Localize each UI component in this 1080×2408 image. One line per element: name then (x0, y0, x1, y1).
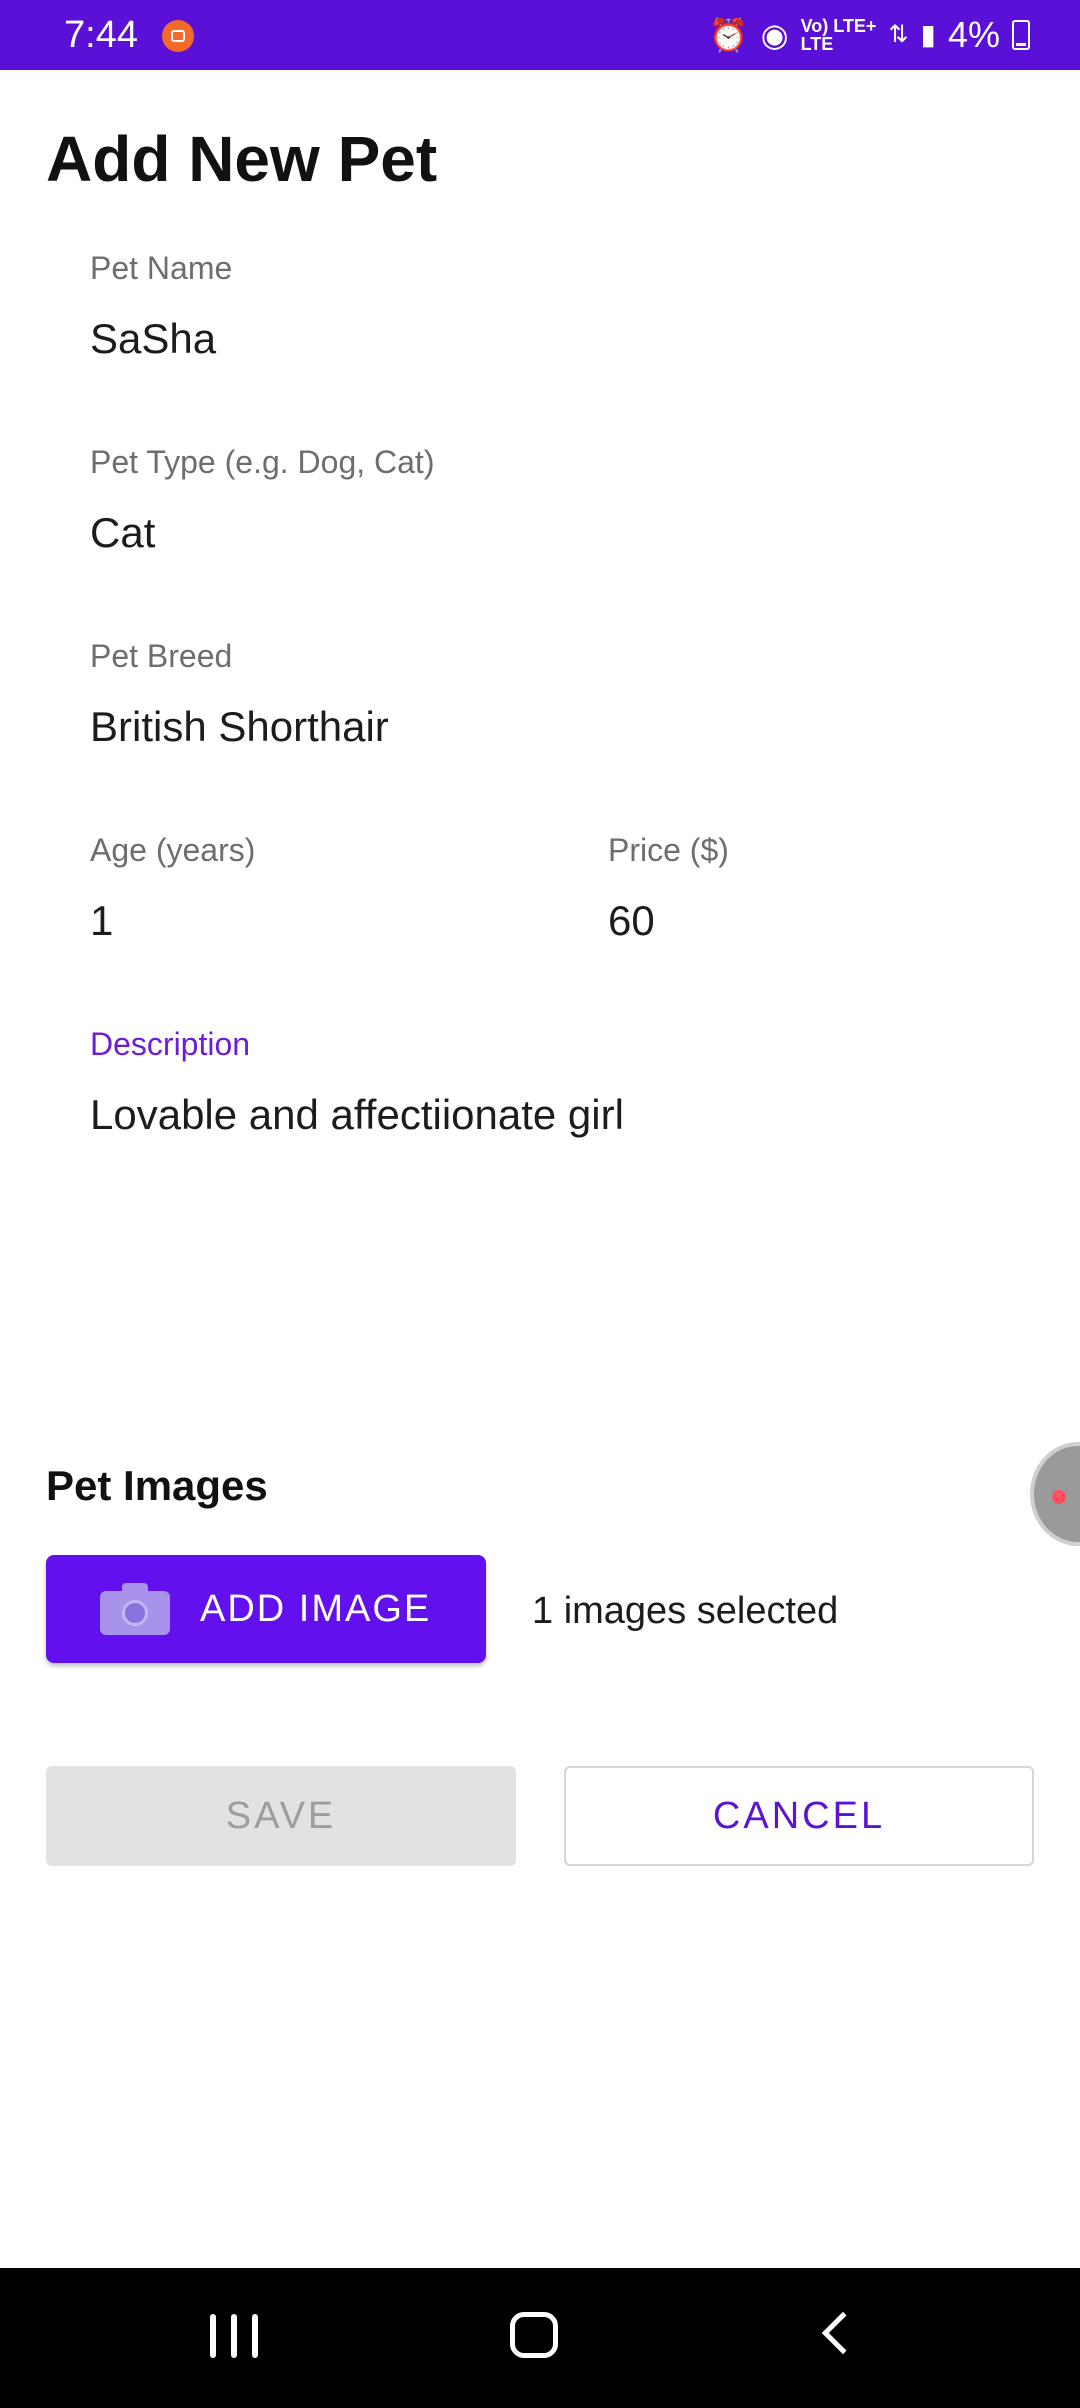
pet-breed-field[interactable]: Pet Breed British Shorthair (90, 638, 1040, 751)
recents-icon[interactable] (210, 2314, 258, 2358)
pet-name-label: Pet Name (90, 250, 233, 286)
save-button[interactable]: SAVE (46, 1766, 516, 1866)
age-input[interactable]: 1 (90, 897, 510, 945)
age-field[interactable]: Age (years) 1 (90, 832, 510, 945)
price-input[interactable]: 60 (608, 897, 1040, 945)
description-field[interactable]: Description Lovable and affectiionate gi… (90, 1026, 1040, 1406)
description-label: Description (90, 1026, 251, 1062)
pet-images-title: Pet Images (46, 1462, 268, 1509)
home-icon[interactable] (510, 2312, 558, 2358)
battery-percentage: 4% (947, 14, 1000, 55)
alarm-icon: ⏰ (708, 17, 749, 53)
camera-icon (100, 1583, 170, 1635)
data-arrows-icon: ⇅ (888, 21, 909, 48)
images-selected-text: 1 images selected (532, 1590, 839, 1632)
price-label: Price ($) (608, 832, 729, 868)
age-label: Age (years) (90, 832, 256, 868)
price-field[interactable]: Price ($) 60 (608, 832, 1040, 945)
add-image-button[interactable]: ADD IMAGE (46, 1555, 486, 1663)
pet-name-input[interactable]: SaSha (90, 315, 1040, 363)
add-image-label: ADD IMAGE (200, 1587, 432, 1630)
hotspot-icon: ◉ (760, 17, 789, 53)
description-input[interactable]: Lovable and affectiionate girl (90, 1091, 1040, 1139)
screen-recorder-icon (162, 20, 194, 52)
status-time: 7:44 (64, 14, 138, 56)
page-title: Add New Pet (46, 123, 438, 195)
navigation-bar (0, 2268, 1080, 2408)
pet-name-field[interactable]: Pet Name SaSha (90, 250, 1040, 363)
status-bar: 7:44 ⏰ ◉ Vo) LTE+ LTE ⇅ ▮ 4% (0, 0, 1080, 70)
pet-type-field[interactable]: Pet Type (e.g. Dog, Cat) Cat (90, 444, 1040, 557)
floating-recorder-handle[interactable] (1030, 1442, 1080, 1546)
pet-type-input[interactable]: Cat (90, 509, 1040, 557)
pet-type-label: Pet Type (e.g. Dog, Cat) (90, 444, 435, 480)
status-icons: ⏰ ◉ Vo) LTE+ LTE ⇅ ▮ 4% (709, 14, 1030, 56)
cancel-button[interactable]: CANCEL (564, 1766, 1034, 1866)
pet-breed-label: Pet Breed (90, 638, 233, 674)
battery-icon (1012, 20, 1030, 50)
signal-icon: ▮ (920, 19, 936, 50)
network-type-label: Vo) LTE+ LTE (800, 16, 877, 54)
back-icon[interactable] (821, 2311, 865, 2355)
pet-breed-input[interactable]: British Shorthair (90, 703, 1040, 751)
record-dot-icon (1052, 1490, 1066, 1504)
